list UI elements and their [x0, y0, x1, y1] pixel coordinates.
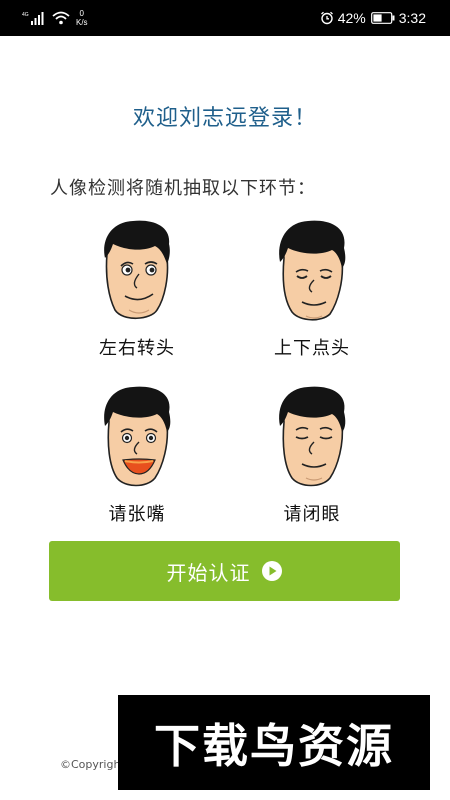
- step-turn-head: 左右转头: [62, 218, 212, 360]
- intro-text: 人像检测将随机抽取以下环节：: [50, 178, 316, 199]
- alarm-icon: [320, 11, 333, 25]
- step-label: 左右转头: [99, 338, 175, 359]
- face-nod-head-icon: [279, 220, 346, 321]
- start-button-label: 开始认证: [166, 560, 251, 585]
- step-label: 上下点头: [274, 338, 350, 359]
- copyright-text: ©Copyrigh: [60, 758, 121, 771]
- step-close-eyes: 请闭眼: [237, 384, 387, 526]
- start-verification-button[interactable]: 开始认证: [49, 541, 400, 601]
- status-left: 4G 0 K/s: [22, 7, 88, 29]
- welcome-title: 欢迎刘志远登录！: [132, 106, 317, 131]
- face-close-eyes-icon: [279, 386, 346, 487]
- speed-value: 0: [79, 9, 84, 18]
- clock: 3:32: [398, 10, 426, 26]
- signal-icon: 4G: [22, 12, 44, 25]
- wifi-icon: [52, 11, 70, 25]
- step-open-mouth: 请张嘴: [62, 384, 212, 526]
- face-turn-head-icon: [104, 220, 170, 320]
- status-bar: 4G 0 K/s 42% 3:32: [0, 0, 450, 36]
- battery-percent: 42%: [337, 10, 366, 26]
- speed-unit: K/s: [76, 18, 88, 27]
- status-right: 42% 3:32: [315, 7, 426, 29]
- face-open-mouth-icon: [104, 386, 171, 487]
- network-speed: 0 K/s: [76, 9, 88, 27]
- step-label: 请闭眼: [283, 504, 341, 525]
- play-circle-icon: [261, 561, 282, 581]
- step-label: 请张嘴: [108, 504, 166, 525]
- battery-icon: [370, 12, 395, 24]
- watermark-overlay: 下载鸟资源: [118, 695, 430, 790]
- svg-text:4G: 4G: [22, 12, 29, 18]
- step-nod-head: 上下点头: [237, 218, 387, 360]
